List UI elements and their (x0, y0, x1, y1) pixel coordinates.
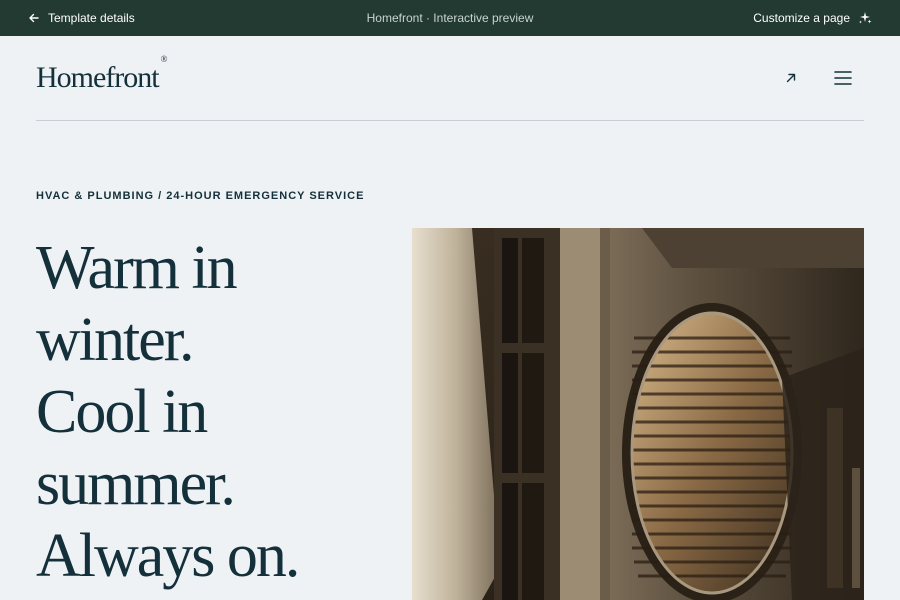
hamburger-menu-icon (834, 70, 852, 86)
hero-photo-hvac-unit (412, 228, 864, 600)
brand-name: Homefront (36, 61, 160, 94)
sparkle-icon (858, 11, 872, 25)
site-header: Homefront® (36, 36, 864, 121)
arrow-up-right-icon (785, 72, 797, 84)
registered-mark: ® (160, 54, 168, 64)
menu-button[interactable] (832, 67, 854, 89)
arrow-left-icon (28, 12, 40, 24)
headline-line: summer. (36, 450, 236, 518)
customize-page-label: Customize a page (753, 11, 850, 25)
brand-logo[interactable]: Homefront® (36, 54, 167, 95)
header-actions (780, 67, 854, 89)
external-link-button[interactable] (780, 67, 802, 89)
template-details-link[interactable]: Template details (28, 11, 135, 25)
hero-headline: Warm in winter. Cool in summer. Always o… (36, 232, 396, 592)
headline-line: Warm in (36, 234, 238, 302)
headline-line: winter. (36, 306, 194, 374)
hvac-unit-illustration (412, 228, 864, 600)
template-details-label: Template details (48, 11, 135, 25)
headline-line: Cool in (36, 378, 208, 446)
preview-topbar: Template details Homefront · Interactive… (0, 0, 900, 36)
customize-page-button[interactable]: Customize a page (753, 11, 872, 25)
headline-line: Always on. (36, 522, 300, 590)
hero-eyebrow: HVAC & PLUMBING / 24-HOUR EMERGENCY SERV… (36, 190, 365, 202)
preview-title: Homefront · Interactive preview (366, 11, 534, 25)
